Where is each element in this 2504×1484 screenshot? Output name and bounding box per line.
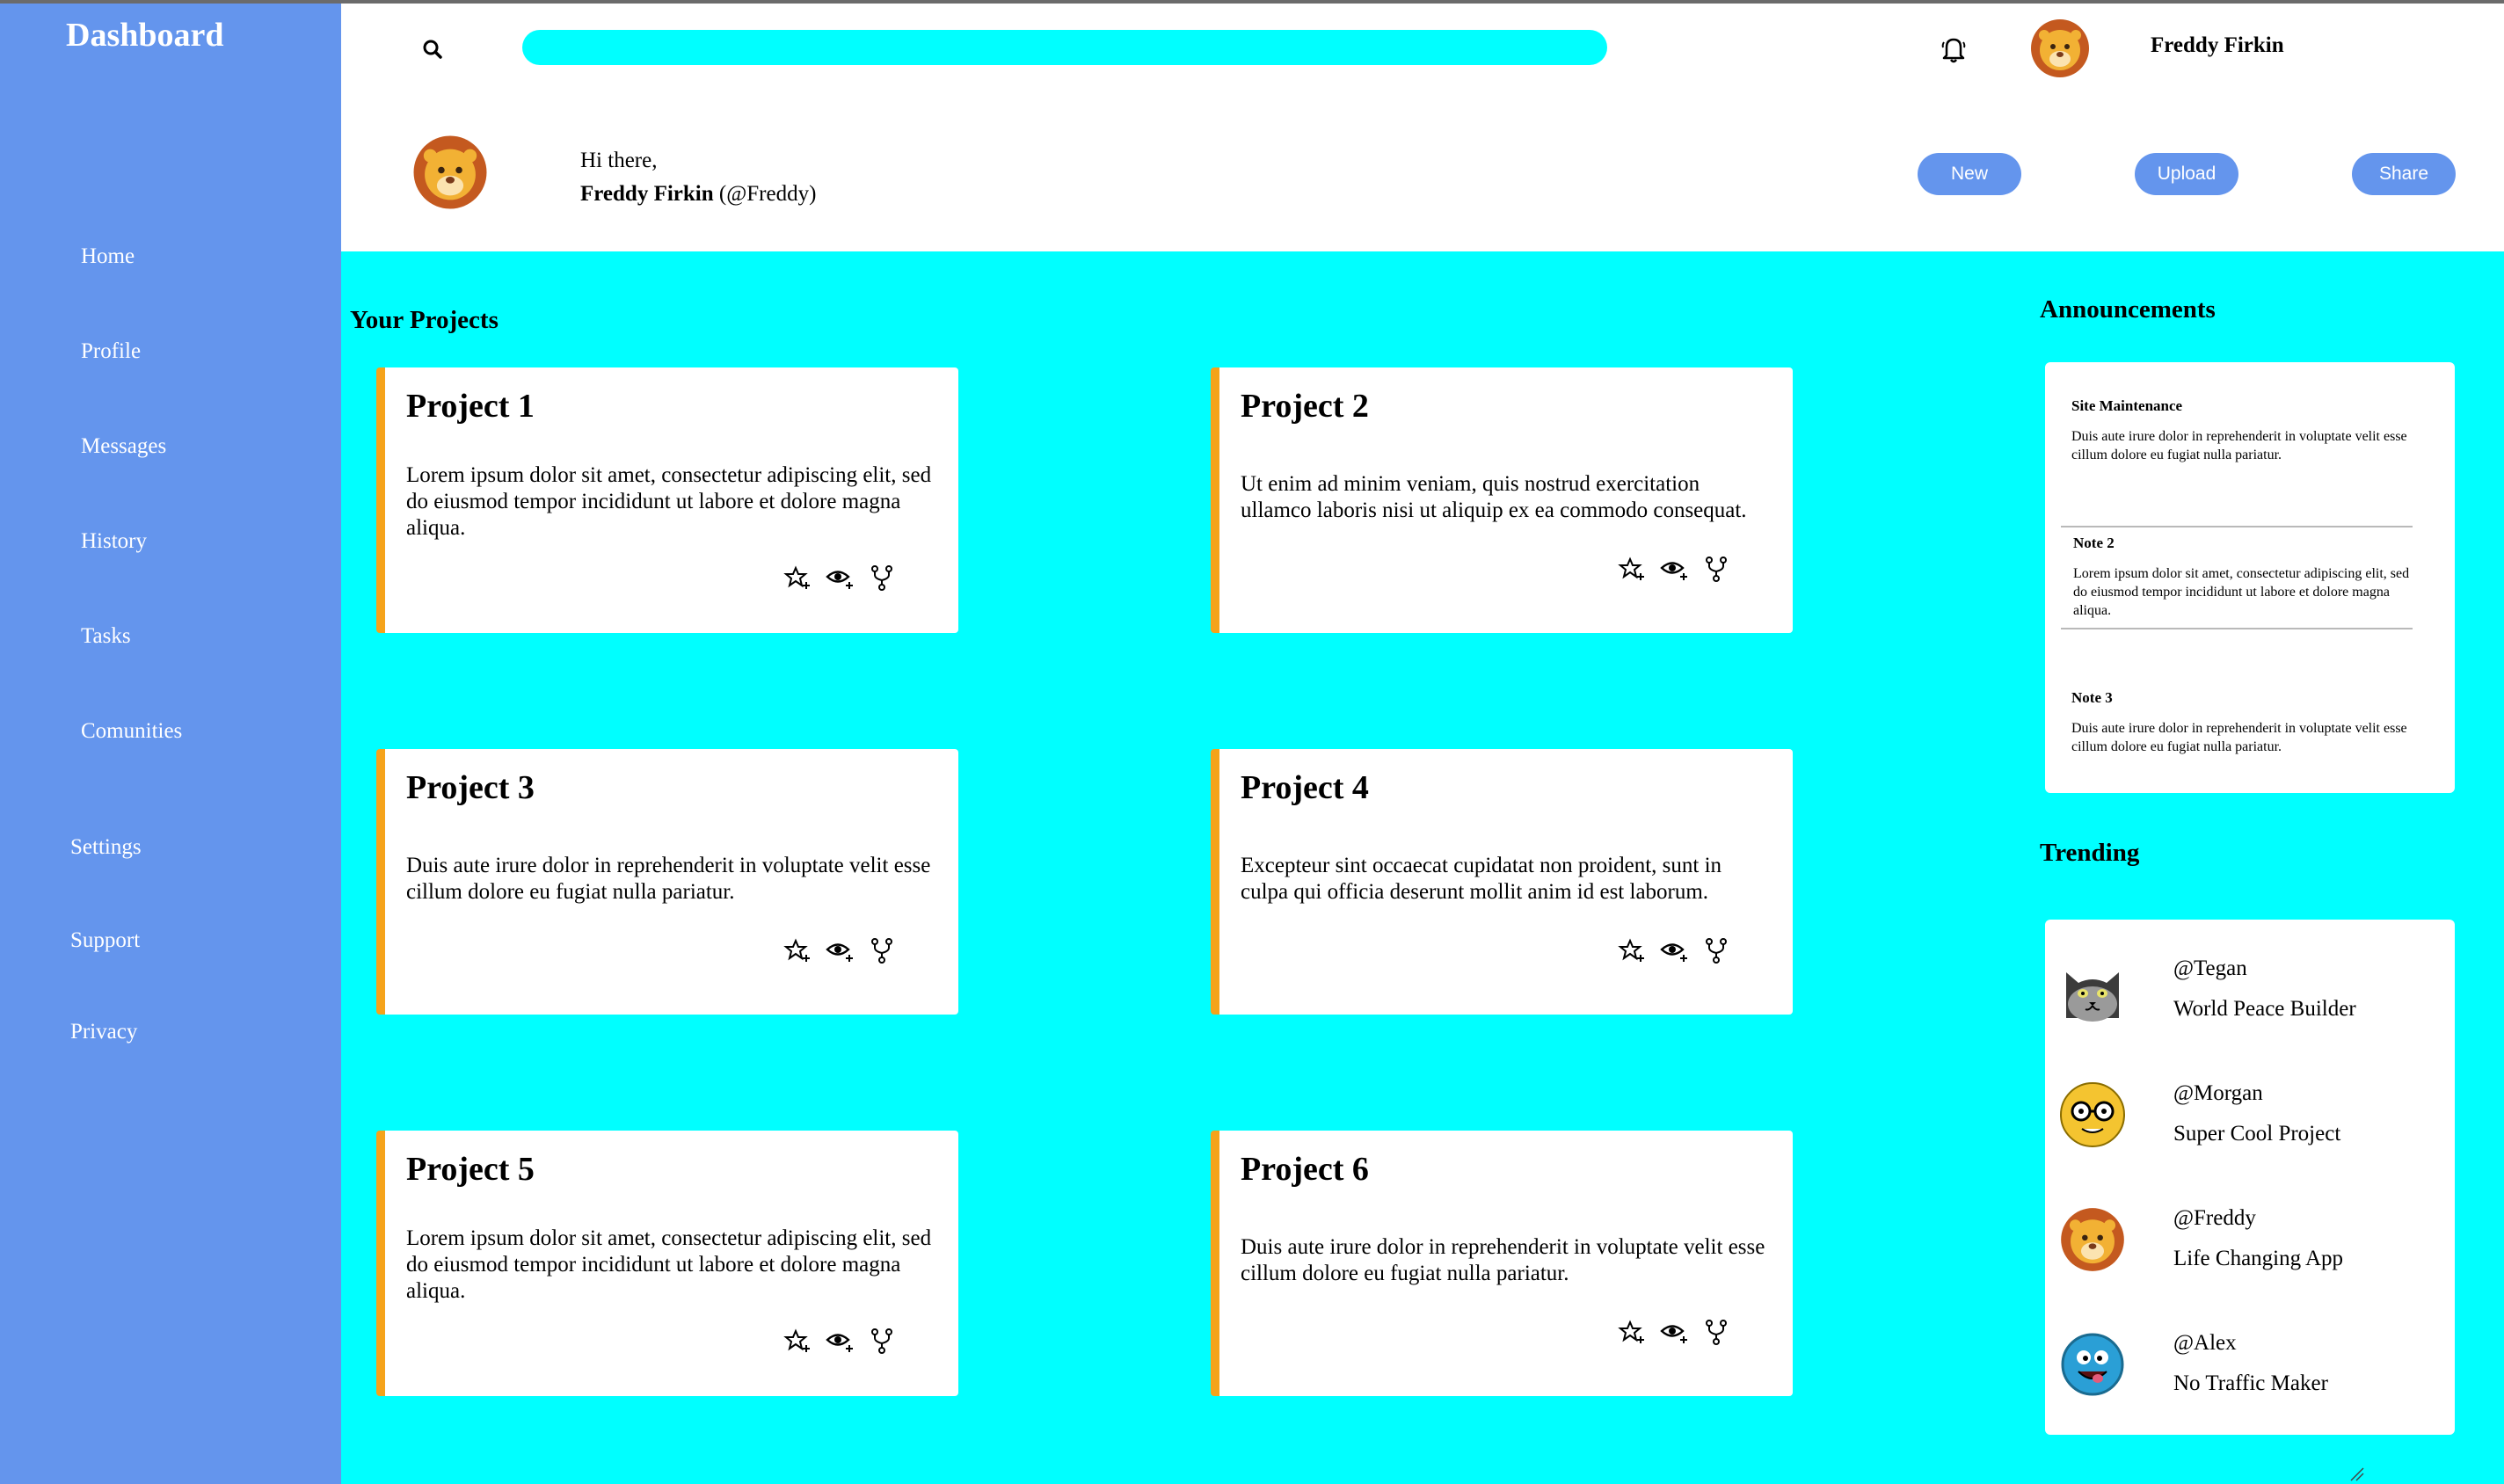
projects-heading: Your Projects <box>350 306 499 334</box>
watch-icon[interactable] <box>1659 935 1689 965</box>
search-input[interactable] <box>522 30 1607 65</box>
watch-icon[interactable] <box>825 1326 855 1356</box>
search-icon[interactable] <box>419 35 448 65</box>
note-divider <box>2061 628 2413 629</box>
watch-icon[interactable] <box>1659 554 1689 584</box>
star-icon[interactable] <box>1617 554 1647 584</box>
goofy-face-icon <box>2059 1331 2126 1398</box>
project-title: Project 3 <box>406 769 535 806</box>
trending-panel: @Tegan World Peace Builder @Morgan Super… <box>2045 920 2455 1435</box>
sidebar-item-support[interactable]: Support <box>70 928 140 953</box>
trending-handle[interactable]: @Alex <box>2173 1331 2237 1356</box>
watch-icon[interactable] <box>825 563 855 593</box>
note-text: Duis aute irure dolor in reprehenderit i… <box>2071 429 2407 462</box>
greeting: Hi there, Freddy Firkin (@Freddy) <box>580 144 816 211</box>
greeting-full-name: Freddy Firkin <box>580 182 714 206</box>
lion-avatar-icon[interactable] <box>2029 18 2091 79</box>
new-button[interactable]: New <box>1918 153 2021 195</box>
greeting-handle: (@Freddy) <box>718 182 817 206</box>
project-card[interactable]: Project 3 Duis aute irure dolor in repre… <box>376 749 958 1015</box>
project-card[interactable]: Project 4 Excepteur sint occaecat cupida… <box>1211 749 1793 1015</box>
project-description: Lorem ipsum dolor sit amet, consectetur … <box>406 1226 932 1303</box>
project-actions <box>1617 935 1731 965</box>
greeting-user: Freddy Firkin (@Freddy) <box>580 178 816 211</box>
sidebar-item-profile[interactable]: Profile <box>81 339 141 364</box>
resize-handle-icon[interactable] <box>2348 1465 2365 1482</box>
fork-icon[interactable] <box>867 935 897 965</box>
sidebar-item-home[interactable]: Home <box>81 244 135 269</box>
trending-project[interactable]: Super Cool Project <box>2173 1122 2340 1146</box>
announcements-heading: Announcements <box>2040 295 2216 324</box>
project-title: Project 6 <box>1241 1151 1369 1188</box>
star-icon[interactable] <box>1617 935 1647 965</box>
upload-button[interactable]: Upload <box>2135 153 2238 195</box>
bell-icon[interactable] <box>1936 32 1971 67</box>
star-icon[interactable] <box>782 935 812 965</box>
greeting-text: Hi there, <box>580 149 658 172</box>
project-description: Duis aute irure dolor in reprehenderit i… <box>1241 1235 1765 1285</box>
watch-icon[interactable] <box>1659 1317 1689 1347</box>
project-description: Excepteur sint occaecat cupidatat non pr… <box>1241 854 1722 904</box>
project-card[interactable]: Project 5 Lorem ipsum dolor sit amet, co… <box>376 1131 958 1396</box>
sidebar-item-tasks[interactable]: Tasks <box>81 624 131 649</box>
cat-face-icon <box>2059 957 2126 1023</box>
share-button[interactable]: Share <box>2352 153 2456 195</box>
project-card[interactable]: Project 2 Ut enim ad minim veniam, quis … <box>1211 367 1793 633</box>
note-divider <box>2061 526 2413 527</box>
trending-project[interactable]: World Peace Builder <box>2173 997 2356 1022</box>
star-icon[interactable] <box>1617 1317 1647 1347</box>
fork-icon[interactable] <box>1701 1317 1731 1347</box>
sidebar-item-history[interactable]: History <box>81 529 147 554</box>
fork-icon[interactable] <box>1701 935 1731 965</box>
note-title: Note 3 <box>2071 689 2113 706</box>
project-title: Project 5 <box>406 1151 535 1188</box>
project-card[interactable]: Project 6 Duis aute irure dolor in repre… <box>1211 1131 1793 1396</box>
project-card[interactable]: Project 1 Lorem ipsum dolor sit amet, co… <box>376 367 958 633</box>
nerd-face-icon <box>2059 1081 2126 1148</box>
sidebar-item-settings[interactable]: Settings <box>70 835 142 860</box>
watch-icon[interactable] <box>825 935 855 965</box>
project-title: Project 2 <box>1241 388 1369 425</box>
note-title: Note 2 <box>2073 535 2115 551</box>
project-description: Lorem ipsum dolor sit amet, consectetur … <box>406 463 932 540</box>
trending-project[interactable]: No Traffic Maker <box>2173 1371 2328 1396</box>
trending-handle[interactable]: @Freddy <box>2173 1206 2256 1231</box>
trending-handle[interactable]: @Tegan <box>2173 957 2247 981</box>
trending-item[interactable]: @Alex No Traffic Maker <box>2059 1331 2437 1428</box>
project-actions <box>1617 1317 1731 1347</box>
current-username[interactable]: Freddy Firkin <box>2151 33 2284 58</box>
project-actions <box>782 563 897 593</box>
lion-face-icon <box>2059 1206 2126 1273</box>
trending-handle[interactable]: @Morgan <box>2173 1081 2263 1106</box>
sidebar-title: Dashboard <box>66 17 224 54</box>
star-icon[interactable] <box>782 1326 812 1356</box>
trending-item[interactable]: @Morgan Super Cool Project <box>2059 1081 2437 1178</box>
trending-item[interactable]: @Tegan World Peace Builder <box>2059 957 2437 1053</box>
note-text: Duis aute irure dolor in reprehenderit i… <box>2071 721 2407 754</box>
note-text: Lorem ipsum dolor sit amet, consectetur … <box>2073 566 2410 618</box>
sidebar-item-messages[interactable]: Messages <box>81 434 166 459</box>
project-title: Project 1 <box>406 388 535 425</box>
sidebar-item-communities[interactable]: Comunities <box>81 719 182 744</box>
trending-project[interactable]: Life Changing App <box>2173 1247 2343 1271</box>
star-icon[interactable] <box>782 563 812 593</box>
project-description: Duis aute irure dolor in reprehenderit i… <box>406 854 931 904</box>
sidebar-item-privacy[interactable]: Privacy <box>70 1020 137 1044</box>
project-title: Project 4 <box>1241 769 1369 806</box>
sidebar: Dashboard Home Profile Messages History … <box>0 4 341 1484</box>
project-actions <box>1617 554 1731 584</box>
lion-profile-icon <box>411 134 489 211</box>
project-actions <box>782 935 897 965</box>
header: Freddy Firkin Hi there, Freddy Firkin (@… <box>341 4 2504 251</box>
project-description: Ut enim ad minim veniam, quis nostrud ex… <box>1241 472 1747 522</box>
note-title: Site Maintenance <box>2071 397 2183 414</box>
trending-item[interactable]: @Freddy Life Changing App <box>2059 1206 2437 1303</box>
project-actions <box>782 1326 897 1356</box>
fork-icon[interactable] <box>867 563 897 593</box>
main-content: Your Projects Project 1 Lorem ipsum dolo… <box>341 251 2504 1484</box>
fork-icon[interactable] <box>1701 554 1731 584</box>
announcements-panel: Site Maintenance Duis aute irure dolor i… <box>2045 362 2455 793</box>
fork-icon[interactable] <box>867 1326 897 1356</box>
trending-heading: Trending <box>2040 839 2140 867</box>
